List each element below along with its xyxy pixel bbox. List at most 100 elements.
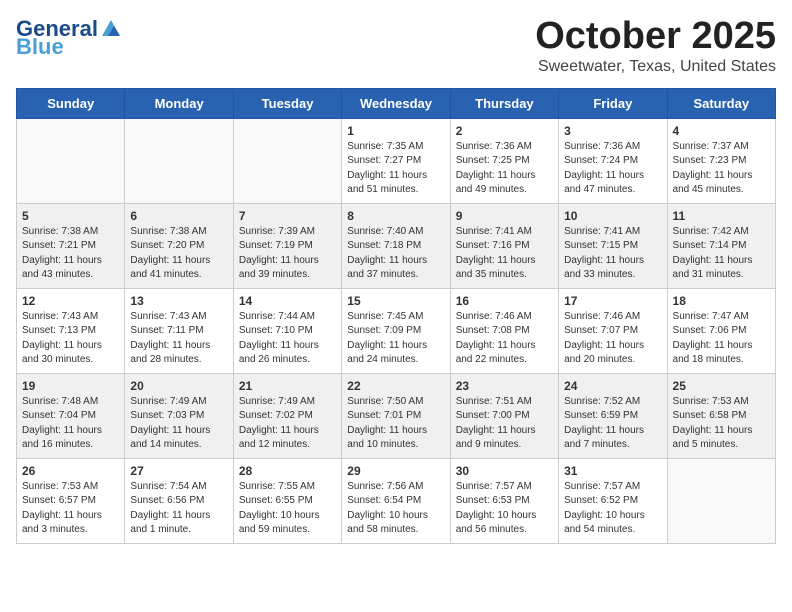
calendar-cell: 1 Sunrise: 7:35 AMSunset: 7:27 PMDaylight… xyxy=(342,118,450,203)
day-number: 4 xyxy=(673,124,770,138)
day-number: 3 xyxy=(564,124,661,138)
day-number: 18 xyxy=(673,294,770,308)
title-block: October 2025 Sweetwater, Texas, United S… xyxy=(535,16,776,76)
day-number: 24 xyxy=(564,379,661,393)
day-info: Sunrise: 7:43 AMSunset: 7:13 PMDaylight:… xyxy=(22,310,119,368)
day-info: Sunrise: 7:45 AMSunset: 7:09 PMDaylight:… xyxy=(347,310,444,368)
day-number: 27 xyxy=(130,464,227,478)
day-number: 23 xyxy=(456,379,553,393)
weekday-header-row: SundayMondayTuesdayWednesdayThursdayFrid… xyxy=(17,88,776,118)
calendar-cell: 29 Sunrise: 7:56 AMSunset: 6:54 PMDayligh… xyxy=(342,458,450,543)
calendar-cell: 7 Sunrise: 7:39 AMSunset: 7:19 PMDaylight… xyxy=(233,203,341,288)
weekday-header-wednesday: Wednesday xyxy=(342,88,450,118)
calendar-cell xyxy=(233,118,341,203)
day-info: Sunrise: 7:35 AMSunset: 7:27 PMDaylight:… xyxy=(347,140,444,198)
day-info: Sunrise: 7:56 AMSunset: 6:54 PMDaylight:… xyxy=(347,480,444,538)
day-info: Sunrise: 7:46 AMSunset: 7:08 PMDaylight:… xyxy=(456,310,553,368)
calendar-cell: 23 Sunrise: 7:51 AMSunset: 7:00 PMDayligh… xyxy=(450,373,558,458)
page-header: General Blue October 2025 Sweetwater, Te… xyxy=(16,16,776,76)
calendar-cell: 19 Sunrise: 7:48 AMSunset: 7:04 PMDayligh… xyxy=(17,373,125,458)
day-number: 8 xyxy=(347,209,444,223)
calendar-cell: 28Sunrise: 7:55 AMSunset: 6:55 PMDayligh… xyxy=(233,458,341,543)
day-info: Sunrise: 7:41 AMSunset: 7:15 PMDaylight:… xyxy=(564,225,661,283)
day-number: 22 xyxy=(347,379,444,393)
calendar-cell: 15Sunrise: 7:45 AMSunset: 7:09 PMDayligh… xyxy=(342,288,450,373)
calendar-table: SundayMondayTuesdayWednesdayThursdayFrid… xyxy=(16,88,776,544)
calendar-cell: 18 Sunrise: 7:47 AMSunset: 7:06 PMDayligh… xyxy=(667,288,775,373)
calendar-cell: 2 Sunrise: 7:36 AMSunset: 7:25 PMDaylight… xyxy=(450,118,558,203)
weekday-header-saturday: Saturday xyxy=(667,88,775,118)
week-row-3: 12 Sunrise: 7:43 AMSunset: 7:13 PMDayligh… xyxy=(17,288,776,373)
day-info: Sunrise: 7:50 AMSunset: 7:01 PMDaylight:… xyxy=(347,395,444,453)
day-info: Sunrise: 7:49 AMSunset: 7:02 PMDaylight:… xyxy=(239,395,336,453)
calendar-cell: 14Sunrise: 7:44 AMSunset: 7:10 PMDayligh… xyxy=(233,288,341,373)
calendar-cell: 13 Sunrise: 7:43 AMSunset: 7:11 PMDayligh… xyxy=(125,288,233,373)
day-info: Sunrise: 7:43 AMSunset: 7:11 PMDaylight:… xyxy=(130,310,227,368)
calendar-cell: 11Sunrise: 7:42 AMSunset: 7:14 PMDayligh… xyxy=(667,203,775,288)
calendar-cell: 3Sunrise: 7:36 AMSunset: 7:24 PMDaylight… xyxy=(559,118,667,203)
day-info: Sunrise: 7:46 AMSunset: 7:07 PMDaylight:… xyxy=(564,310,661,368)
calendar-cell xyxy=(17,118,125,203)
day-info: Sunrise: 7:38 AMSunset: 7:21 PMDaylight:… xyxy=(22,225,119,283)
calendar-cell: 20 Sunrise: 7:49 AMSunset: 7:03 PMDayligh… xyxy=(125,373,233,458)
day-info: Sunrise: 7:38 AMSunset: 7:20 PMDaylight:… xyxy=(130,225,227,283)
day-number: 19 xyxy=(22,379,119,393)
day-number: 29 xyxy=(347,464,444,478)
day-info: Sunrise: 7:37 AMSunset: 7:23 PMDaylight:… xyxy=(673,140,770,198)
calendar-cell: 26 Sunrise: 7:53 AMSunset: 6:57 PMDayligh… xyxy=(17,458,125,543)
day-number: 30 xyxy=(456,464,553,478)
day-info: Sunrise: 7:40 AMSunset: 7:18 PMDaylight:… xyxy=(347,225,444,283)
day-info: Sunrise: 7:44 AMSunset: 7:10 PMDaylight:… xyxy=(239,310,336,368)
week-row-5: 26 Sunrise: 7:53 AMSunset: 6:57 PMDayligh… xyxy=(17,458,776,543)
calendar-cell xyxy=(125,118,233,203)
day-number: 10 xyxy=(564,209,661,223)
day-info: Sunrise: 7:52 AMSunset: 6:59 PMDaylight:… xyxy=(564,395,661,453)
day-number: 26 xyxy=(22,464,119,478)
day-number: 21 xyxy=(239,379,336,393)
day-info: Sunrise: 7:39 AMSunset: 7:19 PMDaylight:… xyxy=(239,225,336,283)
day-number: 16 xyxy=(456,294,553,308)
day-info: Sunrise: 7:41 AMSunset: 7:16 PMDaylight:… xyxy=(456,225,553,283)
weekday-header-sunday: Sunday xyxy=(17,88,125,118)
logo-icon xyxy=(100,18,122,40)
week-row-2: 5Sunrise: 7:38 AMSunset: 7:21 PMDaylight… xyxy=(17,203,776,288)
calendar-cell: 9 Sunrise: 7:41 AMSunset: 7:16 PMDaylight… xyxy=(450,203,558,288)
day-number: 25 xyxy=(673,379,770,393)
weekday-header-tuesday: Tuesday xyxy=(233,88,341,118)
calendar-cell xyxy=(667,458,775,543)
calendar-cell: 4 Sunrise: 7:37 AMSunset: 7:23 PMDaylight… xyxy=(667,118,775,203)
weekday-header-friday: Friday xyxy=(559,88,667,118)
calendar-cell: 21 Sunrise: 7:49 AMSunset: 7:02 PMDayligh… xyxy=(233,373,341,458)
calendar-cell: 27 Sunrise: 7:54 AMSunset: 6:56 PMDayligh… xyxy=(125,458,233,543)
day-info: Sunrise: 7:47 AMSunset: 7:06 PMDaylight:… xyxy=(673,310,770,368)
day-number: 1 xyxy=(347,124,444,138)
logo: General Blue xyxy=(16,16,122,56)
calendar-cell: 6Sunrise: 7:38 AMSunset: 7:20 PMDaylight… xyxy=(125,203,233,288)
day-info: Sunrise: 7:53 AMSunset: 6:58 PMDaylight:… xyxy=(673,395,770,453)
day-number: 12 xyxy=(22,294,119,308)
logo-blue: Blue xyxy=(16,38,64,56)
day-info: Sunrise: 7:57 AMSunset: 6:52 PMDaylight:… xyxy=(564,480,661,538)
day-info: Sunrise: 7:51 AMSunset: 7:00 PMDaylight:… xyxy=(456,395,553,453)
weekday-header-monday: Monday xyxy=(125,88,233,118)
day-info: Sunrise: 7:54 AMSunset: 6:56 PMDaylight:… xyxy=(130,480,227,538)
day-info: Sunrise: 7:42 AMSunset: 7:14 PMDaylight:… xyxy=(673,225,770,283)
day-number: 13 xyxy=(130,294,227,308)
day-info: Sunrise: 7:48 AMSunset: 7:04 PMDaylight:… xyxy=(22,395,119,453)
calendar-cell: 10 Sunrise: 7:41 AMSunset: 7:15 PMDayligh… xyxy=(559,203,667,288)
day-info: Sunrise: 7:57 AMSunset: 6:53 PMDaylight:… xyxy=(456,480,553,538)
day-number: 2 xyxy=(456,124,553,138)
calendar-cell: 30 Sunrise: 7:57 AMSunset: 6:53 PMDayligh… xyxy=(450,458,558,543)
day-number: 9 xyxy=(456,209,553,223)
location: Sweetwater, Texas, United States xyxy=(535,58,776,76)
calendar-cell: 25 Sunrise: 7:53 AMSunset: 6:58 PMDayligh… xyxy=(667,373,775,458)
day-info: Sunrise: 7:53 AMSunset: 6:57 PMDaylight:… xyxy=(22,480,119,538)
day-info: Sunrise: 7:49 AMSunset: 7:03 PMDaylight:… xyxy=(130,395,227,453)
day-number: 7 xyxy=(239,209,336,223)
day-number: 31 xyxy=(564,464,661,478)
calendar-cell: 22 Sunrise: 7:50 AMSunset: 7:01 PMDayligh… xyxy=(342,373,450,458)
week-row-1: 1 Sunrise: 7:35 AMSunset: 7:27 PMDaylight… xyxy=(17,118,776,203)
calendar-cell: 8 Sunrise: 7:40 AMSunset: 7:18 PMDaylight… xyxy=(342,203,450,288)
day-info: Sunrise: 7:36 AMSunset: 7:25 PMDaylight:… xyxy=(456,140,553,198)
day-number: 20 xyxy=(130,379,227,393)
